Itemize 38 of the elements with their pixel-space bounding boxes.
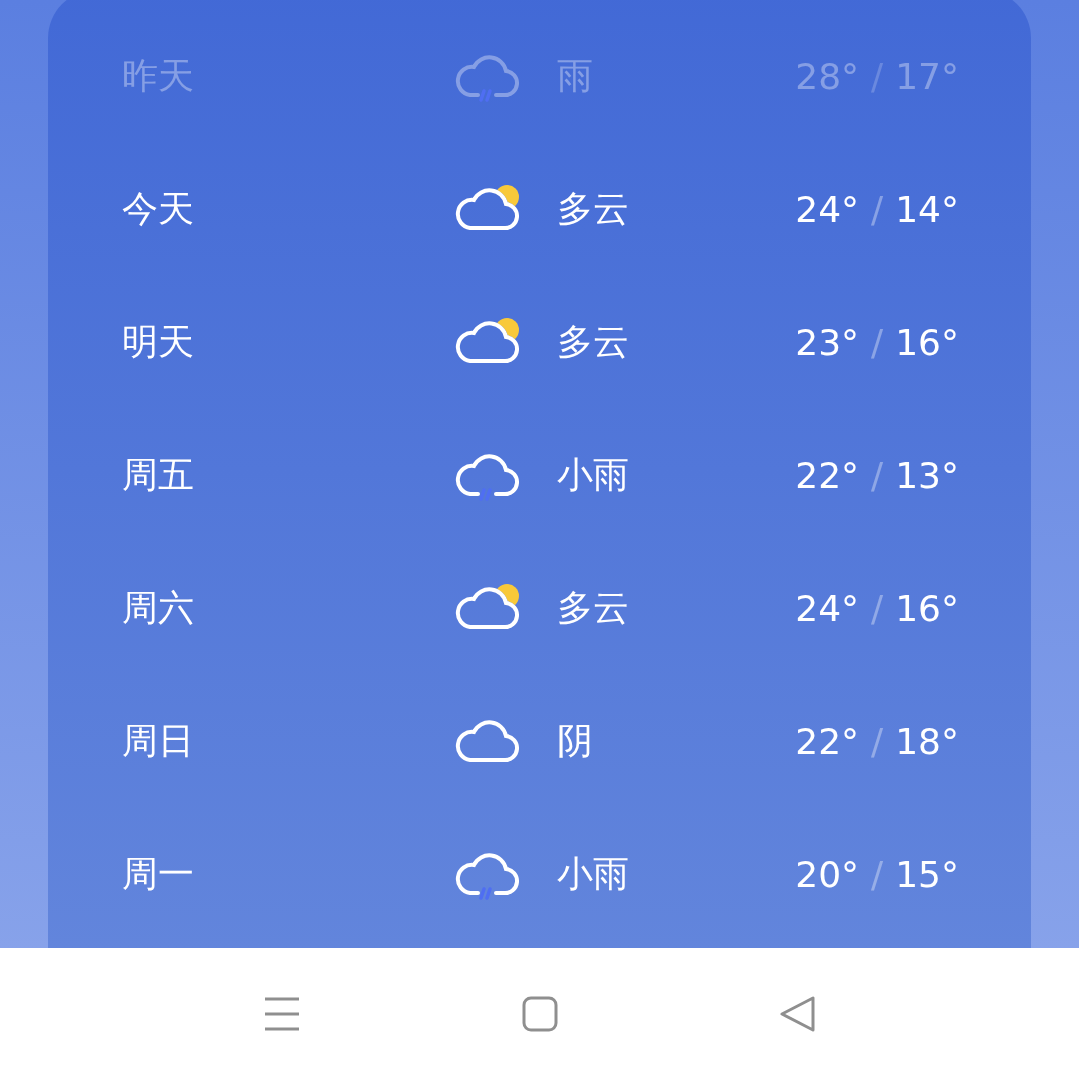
high-temperature: 24° [795,588,860,629]
low-temperature: 16° [895,588,959,629]
day-label: 周日 [122,719,195,763]
condition-text: 阴 [557,719,594,763]
low-temperature: 16° [895,322,959,363]
condition-text: 多云 [557,187,630,231]
condition-text: 多云 [557,586,630,630]
separator: / [871,56,884,97]
high-temperature: 23° [795,322,860,363]
low-temperature: 14° [895,189,959,230]
high-temperature: 28° [795,56,860,97]
home-button-icon[interactable] [522,995,558,1032]
separator: / [871,588,884,629]
day-label: 周六 [122,586,195,630]
condition-text: 小雨 [557,852,630,896]
low-temperature: 17° [895,56,959,97]
day-label: 周五 [122,453,195,497]
high-temperature: 24° [795,189,860,230]
high-temperature: 20° [795,854,860,895]
day-label: 昨天 [122,54,195,98]
low-temperature: 15° [895,854,959,895]
high-temperature: 22° [795,455,860,496]
back-icon[interactable] [780,995,816,1032]
high-temperature: 22° [795,721,860,762]
day-label: 今天 [122,187,195,231]
separator: / [871,189,884,230]
condition-text: 小雨 [557,453,630,497]
condition-text: 雨 [557,54,594,98]
low-temperature: 18° [895,721,959,762]
separator: / [871,455,884,496]
condition-text: 多云 [557,320,630,364]
separator: / [871,322,884,363]
separator: / [871,854,884,895]
low-temperature: 13° [895,455,959,496]
separator: / [871,721,884,762]
menu-icon[interactable] [264,995,300,1032]
day-label: 周一 [122,852,195,896]
day-label: 明天 [122,320,195,364]
